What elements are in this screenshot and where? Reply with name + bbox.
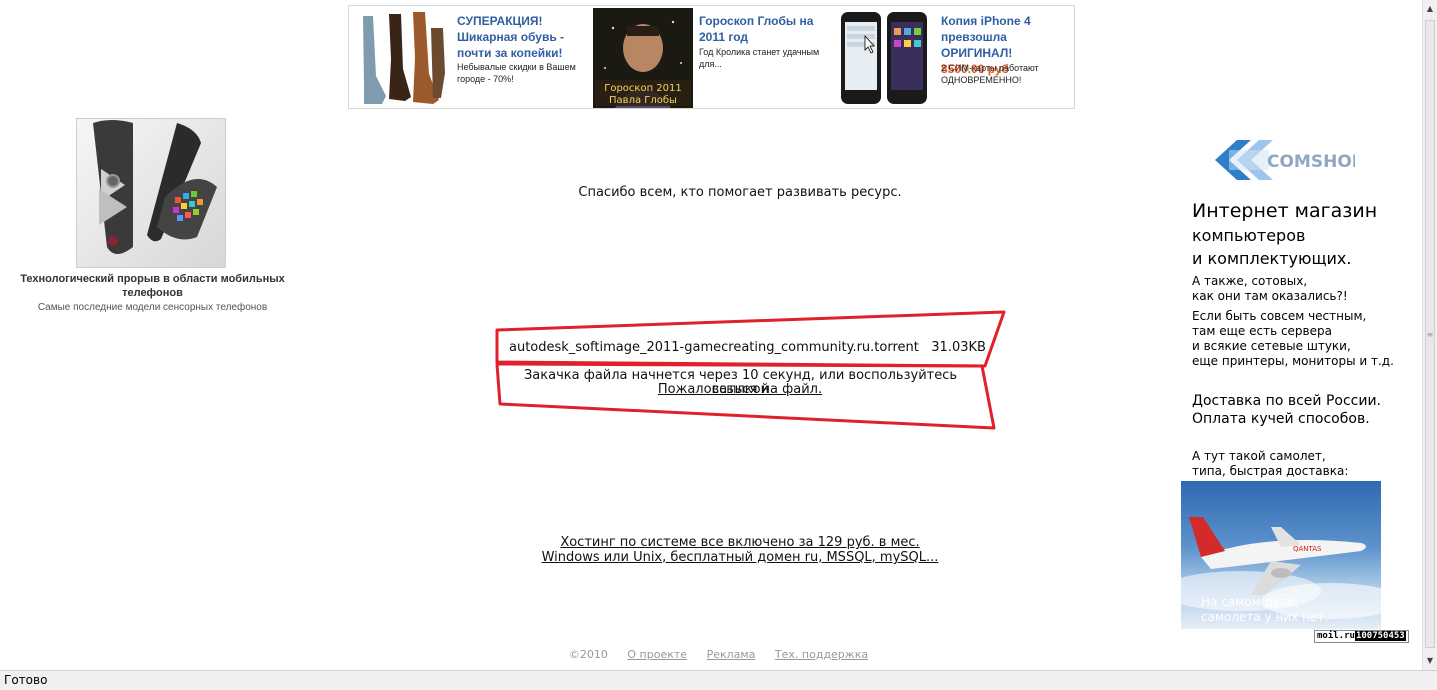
ad-horoscope-title[interactable]: Гороскоп Глобы на 2011 год — [699, 13, 829, 45]
counter-value: 100750453 — [1354, 631, 1406, 641]
right-ad-text-plane[interactable]: А тут такой самолет, типа, быстрая доста… — [1192, 449, 1412, 479]
ad-horoscope-desc[interactable]: Год Кролика станет удачным для... — [699, 46, 829, 70]
left-ad-caption[interactable]: Технологический прорыв в области мобильн… — [0, 272, 305, 300]
vertical-scrollbar[interactable]: ▲ ≡ ▼ — [1422, 0, 1437, 670]
ad-iphone-desc[interactable]: 2 СИМ-карты работают ОДНОВРЕМЕННО! — [941, 62, 1071, 86]
footer-link-ads[interactable]: Реклама — [707, 648, 756, 661]
file-info: autodesk_softimage_2011-gamecreating_com… — [509, 340, 986, 356]
plane-caption[interactable]: На самом деле, самолета у них нет. — [1201, 595, 1376, 625]
ad-iphone-title-text[interactable]: Копия iPhone 4 превзошла ОРИГИНАЛ! — [941, 14, 1031, 60]
boots-image[interactable] — [351, 8, 451, 108]
ad-shoes[interactable]: СУПЕРАКЦИЯ! Шикарная обувь - почти за ко… — [351, 8, 591, 108]
svg-text:COMSHOP: COMSHOP — [1267, 152, 1355, 172]
footer-link-support[interactable]: Тех. поддержка — [775, 648, 868, 661]
svg-text:Гороскоп 2011: Гороскоп 2011 — [604, 83, 682, 94]
horoscope-image[interactable]: Гороскоп 2011 Павла Глобы — [593, 8, 693, 108]
right-ad-subheading[interactable]: компьютеров и комплектующих. — [1192, 224, 1412, 270]
browser-status-bar: Готово — [0, 670, 1437, 690]
left-ad-subtitle[interactable]: Самые последние модели сенсорных телефон… — [0, 301, 305, 314]
scroll-up-arrow-icon[interactable]: ▲ — [1423, 2, 1437, 16]
scroll-down-arrow-icon[interactable]: ▼ — [1423, 654, 1437, 668]
right-ad-heading[interactable]: Интернет магазин — [1192, 200, 1377, 223]
visit-counter[interactable]: moil.ru100750453 — [1314, 630, 1409, 643]
hosting-link-1[interactable]: Хостинг по системе все включено за 129 р… — [560, 535, 919, 550]
right-ad-delivery[interactable]: Доставка по всей России. Оплата кучей сп… — [1192, 392, 1412, 428]
ad-shoes-title[interactable]: СУПЕРАКЦИЯ! Шикарная обувь - почти за ко… — [457, 13, 587, 61]
download-text: Закачка файла начнется через 10 секунд, … — [523, 368, 958, 383]
ad-shoes-desc[interactable]: Небывалые скидки в Вашем городе - 70%! — [457, 61, 587, 85]
phones-image[interactable] — [835, 8, 935, 108]
thanks-text: Спасибо всем, кто помогает развивать рес… — [578, 185, 902, 200]
xcomshop-logo-icon[interactable]: COMSHOP — [1215, 136, 1355, 184]
plane-image[interactable]: QANTAS На самом деле, самолета у них нет… — [1181, 481, 1381, 629]
file-size: 31.03KB — [931, 340, 986, 355]
footer-copyright: ©2010 — [568, 648, 608, 661]
ad-iphone[interactable]: Копия iPhone 4 превзошла ОРИГИНАЛ! 8500.… — [835, 8, 1075, 108]
ad-horoscope[interactable]: Гороскоп 2011 Павла Глобы Гороскоп Глобы… — [593, 8, 833, 108]
scroll-grip-icon: ≡ — [1426, 330, 1434, 339]
svg-text:Павла Глобы: Павла Глобы — [609, 95, 677, 106]
hosting-ad: Хостинг по системе все включено за 129 р… — [490, 535, 990, 565]
footer: ©2010 О проекте Реклама Тех. поддержка — [0, 648, 1437, 662]
web-page: СУПЕРАКЦИЯ! Шикарная обувь - почти за ко… — [0, 0, 1422, 670]
complain-row: Пожаловаться на файл. — [540, 383, 940, 397]
file-name: autodesk_softimage_2011-gamecreating_com… — [509, 340, 919, 355]
top-ad-banner: СУПЕРАКЦИЯ! Шикарная обувь - почти за ко… — [348, 5, 1075, 109]
touch-phone-image[interactable] — [76, 118, 226, 268]
hosting-link-2[interactable]: Windows или Unix, бесплатный домен ru, M… — [542, 550, 939, 565]
counter-label: moil.ru — [1317, 631, 1355, 641]
right-ad-text-2[interactable]: Если быть совсем честным, там еще есть с… — [1192, 309, 1412, 369]
svg-text:QANTAS: QANTAS — [1293, 545, 1322, 553]
footer-link-about[interactable]: О проекте — [627, 648, 687, 661]
status-text: Готово — [4, 673, 48, 687]
right-ad-text-1[interactable]: А также, сотовых, как они там оказались?… — [1192, 274, 1412, 304]
complain-link[interactable]: Пожаловаться на файл. — [658, 382, 822, 397]
